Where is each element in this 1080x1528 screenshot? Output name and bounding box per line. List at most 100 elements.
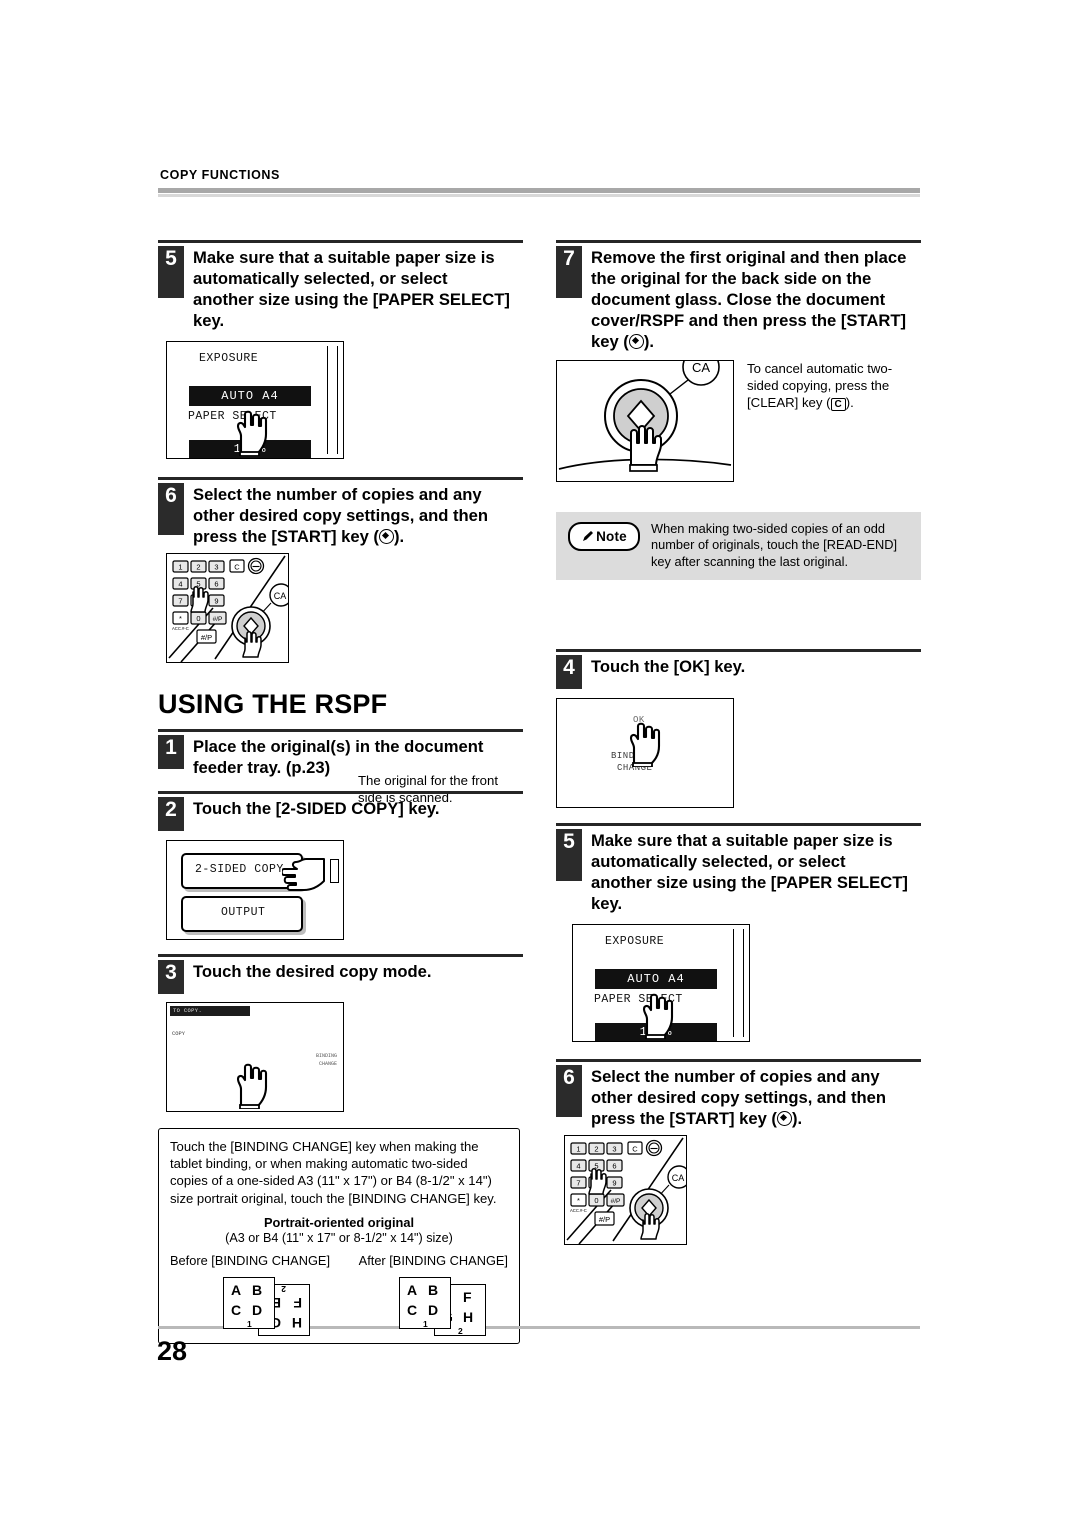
- svg-text:C: C: [632, 1145, 638, 1154]
- lcd-edge-marker: [330, 859, 339, 883]
- step-instruction-text: Select the number of copies and any othe…: [193, 485, 489, 546]
- note-badge-label: Note: [596, 529, 627, 544]
- step-instruction-tail: ).: [643, 332, 654, 351]
- lcd-scrollbar[interactable]: [327, 346, 338, 454]
- step-instruction: Remove the first original and then place…: [591, 246, 917, 352]
- svg-text:7: 7: [576, 1179, 580, 1188]
- before-binding-change-label: Before [BINDING CHANGE]: [170, 1252, 330, 1268]
- header-rule: [158, 188, 920, 197]
- svg-text:*: *: [577, 1196, 580, 1205]
- svg-text:2: 2: [594, 1145, 598, 1154]
- step-instruction-tail: ).: [393, 527, 405, 546]
- step-5-block: 5 Make sure that a suitable paper size i…: [158, 240, 523, 331]
- svg-text:3: 3: [214, 563, 218, 572]
- lcd-button-2sided-copy[interactable]: 2-SIDED COPY: [181, 853, 303, 889]
- step-number-badge: 6: [556, 1065, 582, 1118]
- lcd-change-label[interactable]: CHANGE: [617, 763, 652, 773]
- step-number-badge: 4: [556, 655, 582, 690]
- step-4-block: 4 Touch the [OK] key.: [556, 649, 921, 690]
- after-binding-change-label: After [BINDING CHANGE]: [358, 1252, 508, 1268]
- lcd-scrollbar[interactable]: [733, 929, 744, 1038]
- sheet-front-before: A B C D 1: [223, 1276, 275, 1329]
- pointing-hand-icon: [236, 1063, 268, 1109]
- figure-ok-binding-lcd: OK BINDING CHANGE: [556, 698, 734, 809]
- start-key-icon: [378, 529, 394, 544]
- sheet-letter-b: B: [428, 1281, 439, 1298]
- step-instruction: Select the number of copies and any othe…: [591, 1065, 909, 1129]
- svg-text:#/P: #/P: [201, 633, 212, 642]
- ca-label: CA: [692, 361, 710, 375]
- binding-sheets-diagram: A B C D 1 H G F E 2 A B C D 1 F H 2: [170, 1271, 508, 1336]
- sheet-letter-h: H: [463, 1308, 474, 1325]
- pencil-icon: [583, 531, 594, 541]
- step-instruction-tail: ).: [791, 1109, 803, 1129]
- step-5-rspf-block: 5 Make sure that a suitable paper size i…: [556, 823, 921, 914]
- lcd-binding-label[interactable]: BINDING: [611, 751, 652, 761]
- sheet-letter-c: C: [407, 1301, 418, 1318]
- svg-text:1: 1: [576, 1145, 580, 1154]
- sheet-page-mark-1: 1: [423, 1318, 428, 1329]
- lcd-button-output-label: OUTPUT: [221, 906, 266, 919]
- step7-side-note: To cancel automatic two-sided copying, p…: [747, 360, 917, 411]
- lcd-button-2sided-copy-label: 2-SIDED COPY: [195, 863, 284, 876]
- step-instruction-text: Select the number of copies and any othe…: [591, 1067, 887, 1129]
- lcd-title-bar: TO COPY.: [170, 1006, 250, 1016]
- svg-text:2: 2: [196, 563, 200, 572]
- figure-2sided-copy-lcd: 2-SIDED COPY OUTPUT: [166, 840, 344, 940]
- svg-text:1: 1: [178, 563, 182, 572]
- svg-text:#/P: #/P: [599, 1215, 610, 1224]
- step-number-badge: 2: [158, 797, 184, 831]
- step-6-rspf-block: 6 Select the number of copies and any ot…: [556, 1059, 921, 1129]
- step-2-block: 2 Touch the [2-SIDED COPY] key.: [158, 791, 523, 831]
- sheet-front-after: A B C D 1: [399, 1276, 451, 1329]
- svg-text:7: 7: [178, 597, 182, 606]
- svg-text:CA: CA: [274, 591, 287, 601]
- step-instruction: Touch the [2-SIDED COPY] key.: [193, 799, 440, 818]
- sheet-letter-a: A: [407, 1281, 418, 1298]
- step-number-badge: 6: [158, 483, 184, 535]
- acc-label: ACC.#-C: [172, 626, 189, 631]
- step-instruction: Select the number of copies and any othe…: [193, 483, 511, 547]
- svg-text:9: 9: [612, 1179, 616, 1188]
- sheet-letter-d: D: [428, 1301, 439, 1318]
- figure-keypad-left: 123 C 456 789 *0 #/P #/P ACC.#-C CA: [166, 553, 293, 663]
- sheet-page-mark-2: 2: [281, 1283, 286, 1294]
- lcd-binding-label[interactable]: BINDING: [316, 1053, 337, 1059]
- keypad-illustration: 123 C 456 789 *0 #/P #/P ACC.#-C CA: [168, 555, 293, 663]
- sheet-letter-h: H: [291, 1314, 302, 1331]
- sheet-letter-f: F: [463, 1288, 472, 1305]
- svg-text:#/P: #/P: [213, 616, 223, 623]
- lcd-ok-label[interactable]: OK: [633, 715, 645, 725]
- page-number: 28: [157, 1336, 188, 1366]
- svg-text:C: C: [234, 563, 240, 572]
- explanation-subtitle: (A3 or B4 (11" x 17" or 8-1/2" x 14") si…: [225, 1230, 453, 1245]
- lcd-paper-select-label: PAPER SELECT: [594, 993, 683, 1007]
- sheet-page-mark-1: 1: [247, 1318, 252, 1329]
- step-number-badge: 3: [158, 960, 184, 994]
- figure-exposure-lcd-rspf: EXPOSURE AUTO A4 PAPER SELECT 100%: [572, 924, 750, 1043]
- start-key-icon: [628, 334, 644, 349]
- lcd-change-label[interactable]: CHANGE: [319, 1061, 337, 1067]
- start-key-illustration: CA: [558, 348, 732, 472]
- svg-text:*: *: [179, 614, 182, 623]
- sheet-letter-d: D: [252, 1301, 263, 1318]
- left-column: 5 Make sure that a suitable paper size i…: [158, 240, 523, 1344]
- figure-keypad-right: 123 C 456 789 *0 #/P #/P ACC.#-C CA: [564, 1135, 691, 1246]
- clear-key-icon: C: [830, 398, 846, 411]
- sheet-letter-a: A: [231, 1281, 242, 1298]
- figure-exposure-lcd: EXPOSURE AUTO A4 PAPER SELECT 100%: [166, 341, 344, 459]
- explanation-title: Portrait-oriented original: [263, 1214, 415, 1230]
- svg-text:6: 6: [214, 580, 218, 589]
- right-column: 7 Remove the first original and then pla…: [556, 240, 921, 1246]
- lcd-zoom-bar: 100%: [189, 440, 311, 458]
- step-6-block: 6 Select the number of copies and any ot…: [158, 477, 523, 547]
- lcd-button-output[interactable]: OUTPUT: [181, 896, 303, 932]
- start-key-icon: [776, 1111, 792, 1127]
- step-number-badge: 5: [158, 246, 184, 298]
- lcd-copy-label: COPY: [172, 1031, 185, 1037]
- step-instruction: Make sure that a suitable paper size is …: [591, 831, 908, 914]
- step-instruction: Touch the [OK] key.: [591, 657, 746, 677]
- step-instruction: Touch the desired copy mode.: [193, 962, 432, 981]
- svg-text:9: 9: [214, 597, 218, 606]
- svg-text:6: 6: [612, 1162, 616, 1171]
